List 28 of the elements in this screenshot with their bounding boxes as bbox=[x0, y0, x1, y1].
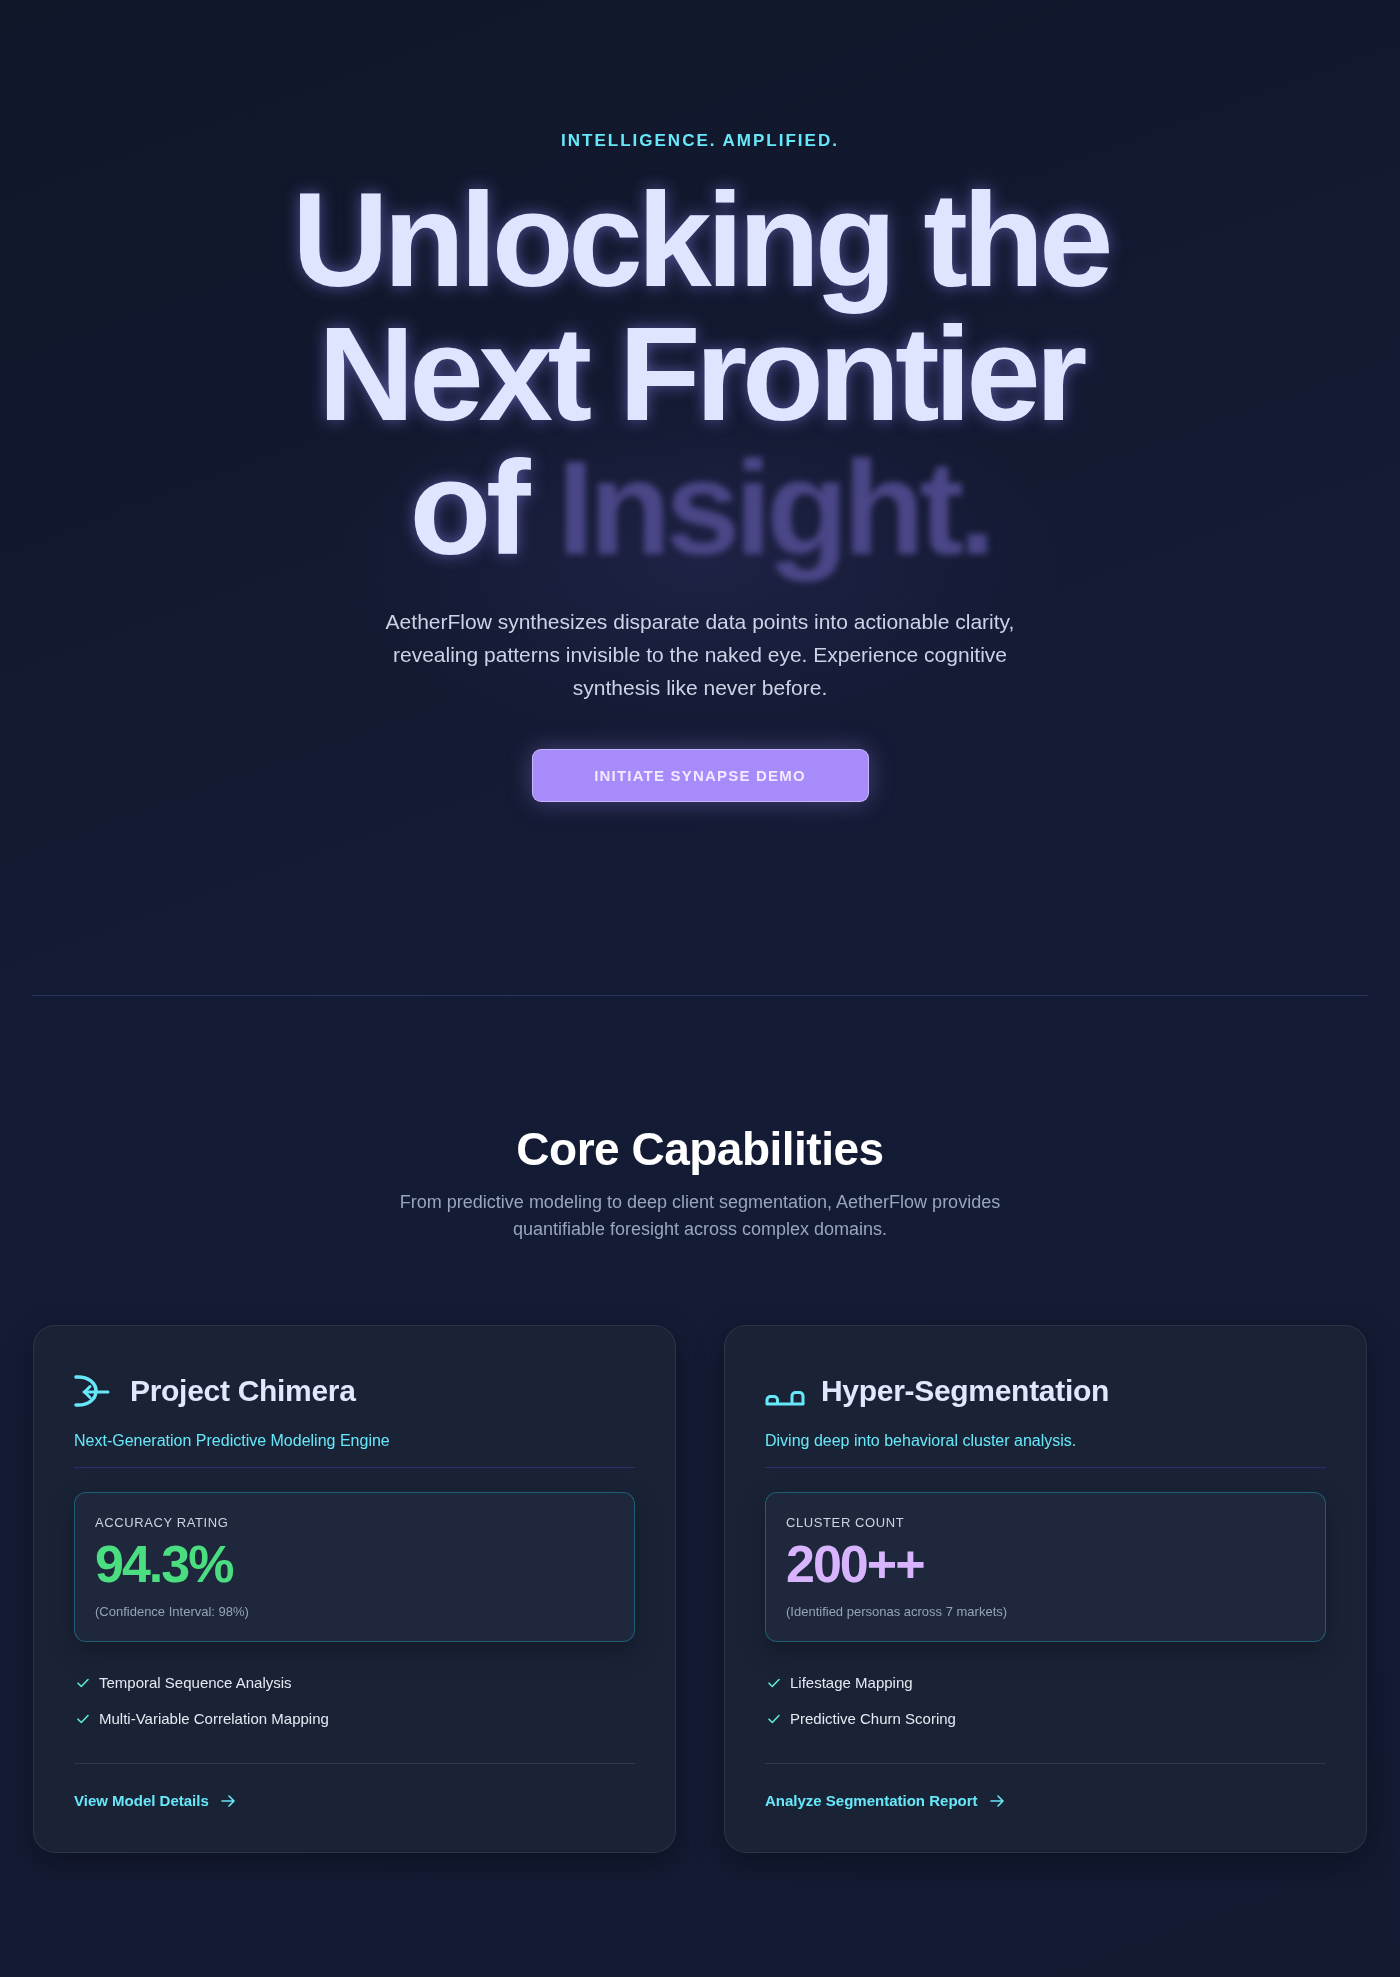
details-link[interactable]: View Model Details bbox=[74, 1790, 235, 1812]
feature-text: Predictive Churn Scoring bbox=[790, 1709, 956, 1729]
details-link[interactable]: Analyze Segmentation Report bbox=[765, 1790, 1004, 1812]
check-icon bbox=[768, 1714, 780, 1724]
metric-value: 200++ bbox=[786, 1538, 924, 1590]
metric-note: (Identified personas across 7 markets) bbox=[786, 1603, 1008, 1621]
arrow-right-icon bbox=[989, 1795, 1004, 1807]
metric-value: 94.3% bbox=[95, 1538, 233, 1590]
check-icon bbox=[77, 1678, 89, 1688]
hero-eyebrow: INTELLIGENCE. AMPLIFIED. bbox=[561, 131, 839, 151]
card-title: Project Chimera bbox=[130, 1373, 356, 1409]
card-title: Hyper-Segmentation bbox=[821, 1373, 1109, 1409]
feature-text: Temporal Sequence Analysis bbox=[99, 1673, 292, 1693]
arrow-right-icon bbox=[220, 1795, 235, 1807]
section-title: Core Capabilities bbox=[516, 1122, 884, 1177]
metric-label: CLUSTER COUNT bbox=[786, 1515, 905, 1531]
check-icon bbox=[77, 1714, 89, 1724]
feature-text: Multi-Variable Correlation Mapping bbox=[99, 1709, 329, 1729]
metric-label: ACCURACY RATING bbox=[95, 1515, 229, 1531]
feature-text: Lifestage Mapping bbox=[790, 1673, 913, 1693]
card-subtitle: Next-Generation Predictive Modeling Engine bbox=[74, 1431, 390, 1451]
linked-blocks-icon bbox=[765, 1391, 805, 1406]
section-description: From predictive modeling to deep client segmentation, AetherFlow provides quantifiable foresight across complex domains. bbox=[398, 1191, 1002, 1241]
card-subtitle: Diving deep into behavioral cluster analysis. bbox=[765, 1431, 1077, 1451]
metric-note: (Confidence Interval: 98%) bbox=[95, 1603, 249, 1621]
check-icon bbox=[768, 1678, 780, 1688]
hero-headline: Unlocking the Next Frontier of Insight. bbox=[290, 164, 1110, 584]
hero-description: AetherFlow synthesizes disparate data points into actionable clarity, revealing patterns invisible to the naked eye. Experience cognitive synthesis like never before. bbox=[384, 609, 1016, 701]
